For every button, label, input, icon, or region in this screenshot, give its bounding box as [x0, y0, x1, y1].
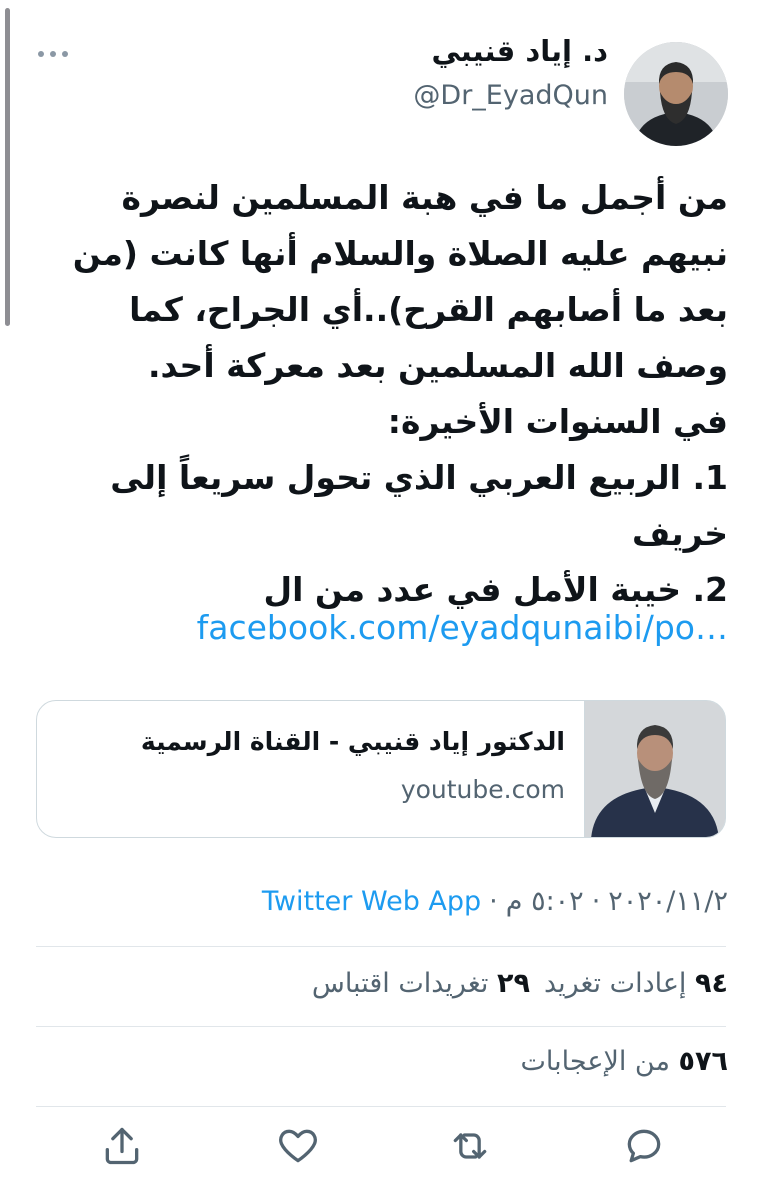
tweet-line: خريف — [631, 514, 728, 553]
tweet-meta: ٢٠٢٠/١١/٢ · ٥:٠٢ م · Twitter Web App — [262, 886, 728, 917]
tweet-line: وصف الله المسلمين بعد معركة أحد. — [147, 346, 728, 385]
tweet-line: في السنوات الأخيرة: — [387, 402, 728, 441]
retweets-stat[interactable]: ٩٤ إعادات تغريد — [544, 968, 728, 999]
more-dot — [62, 51, 68, 57]
tweet-time: ٥:٠٢ م — [505, 886, 584, 917]
author-name[interactable]: د. إياد قنيبي — [431, 34, 608, 68]
more-dot — [50, 51, 56, 57]
action-bar — [36, 1124, 726, 1168]
card-domain: youtube.com — [400, 775, 565, 804]
meta-separator: · — [489, 886, 498, 917]
avatar-photo — [624, 42, 728, 146]
meta-separator: · — [591, 886, 601, 917]
tweet-line: 1. الربيع العربي الذي تحول سريعاً إلى — [110, 458, 728, 497]
heart-icon[interactable] — [276, 1124, 320, 1168]
avatar[interactable] — [624, 42, 728, 146]
tweet-stats: ٩٤ إعادات تغريد ٢٩ تغريدات اقتباس — [298, 968, 728, 999]
retweets-label: إعادات تغريد — [543, 968, 687, 999]
tweet-date: ٢٠٢٠/١١/٢ — [608, 886, 728, 917]
scrollbar[interactable] — [5, 8, 10, 326]
tweet-line: نبيهم عليه الصلاة والسلام أنها كانت (من — [72, 234, 728, 273]
link-preview-card[interactable]: الدكتور إياد قنيبي - القناة الرسمية yout… — [36, 700, 726, 838]
tweet-line: من أجمل ما في هبة المسلمين لنصرة — [121, 178, 728, 217]
author-handle[interactable]: @Dr_EyadQun — [413, 80, 608, 111]
retweets-count: ٩٤ — [695, 968, 728, 999]
divider — [36, 946, 726, 947]
tweet-line: بعد ما أصابهم القرح)..أي الجراح، كما — [129, 290, 728, 329]
tweet-text: من أجمل ما في هبة المسلمين لنصرة نبيهم ع… — [36, 170, 728, 618]
card-thumbnail — [584, 701, 725, 837]
more-dot — [38, 51, 44, 57]
quotes-stat[interactable]: ٢٩ تغريدات اقتباس — [312, 968, 530, 999]
likes-label: من الإعجابات — [520, 1046, 670, 1077]
likes-count: ٥٧٦ — [678, 1046, 728, 1077]
tweet-source[interactable]: Twitter Web App — [262, 886, 481, 917]
likes-stat[interactable]: ٥٧٦ من الإعجابات — [521, 1046, 728, 1077]
tweet-link[interactable]: facebook.com/eyadqunaibi/po… — [197, 608, 728, 647]
retweet-icon[interactable] — [448, 1124, 492, 1168]
share-icon[interactable] — [100, 1124, 144, 1168]
divider — [36, 1026, 726, 1027]
more-icon[interactable] — [38, 44, 68, 64]
reply-icon[interactable] — [622, 1124, 666, 1168]
quotes-label: تغريدات اقتباس — [311, 968, 489, 999]
divider — [36, 1106, 726, 1107]
card-title: الدكتور إياد قنيبي - القناة الرسمية — [140, 727, 565, 756]
quotes-count: ٢٩ — [496, 968, 530, 999]
